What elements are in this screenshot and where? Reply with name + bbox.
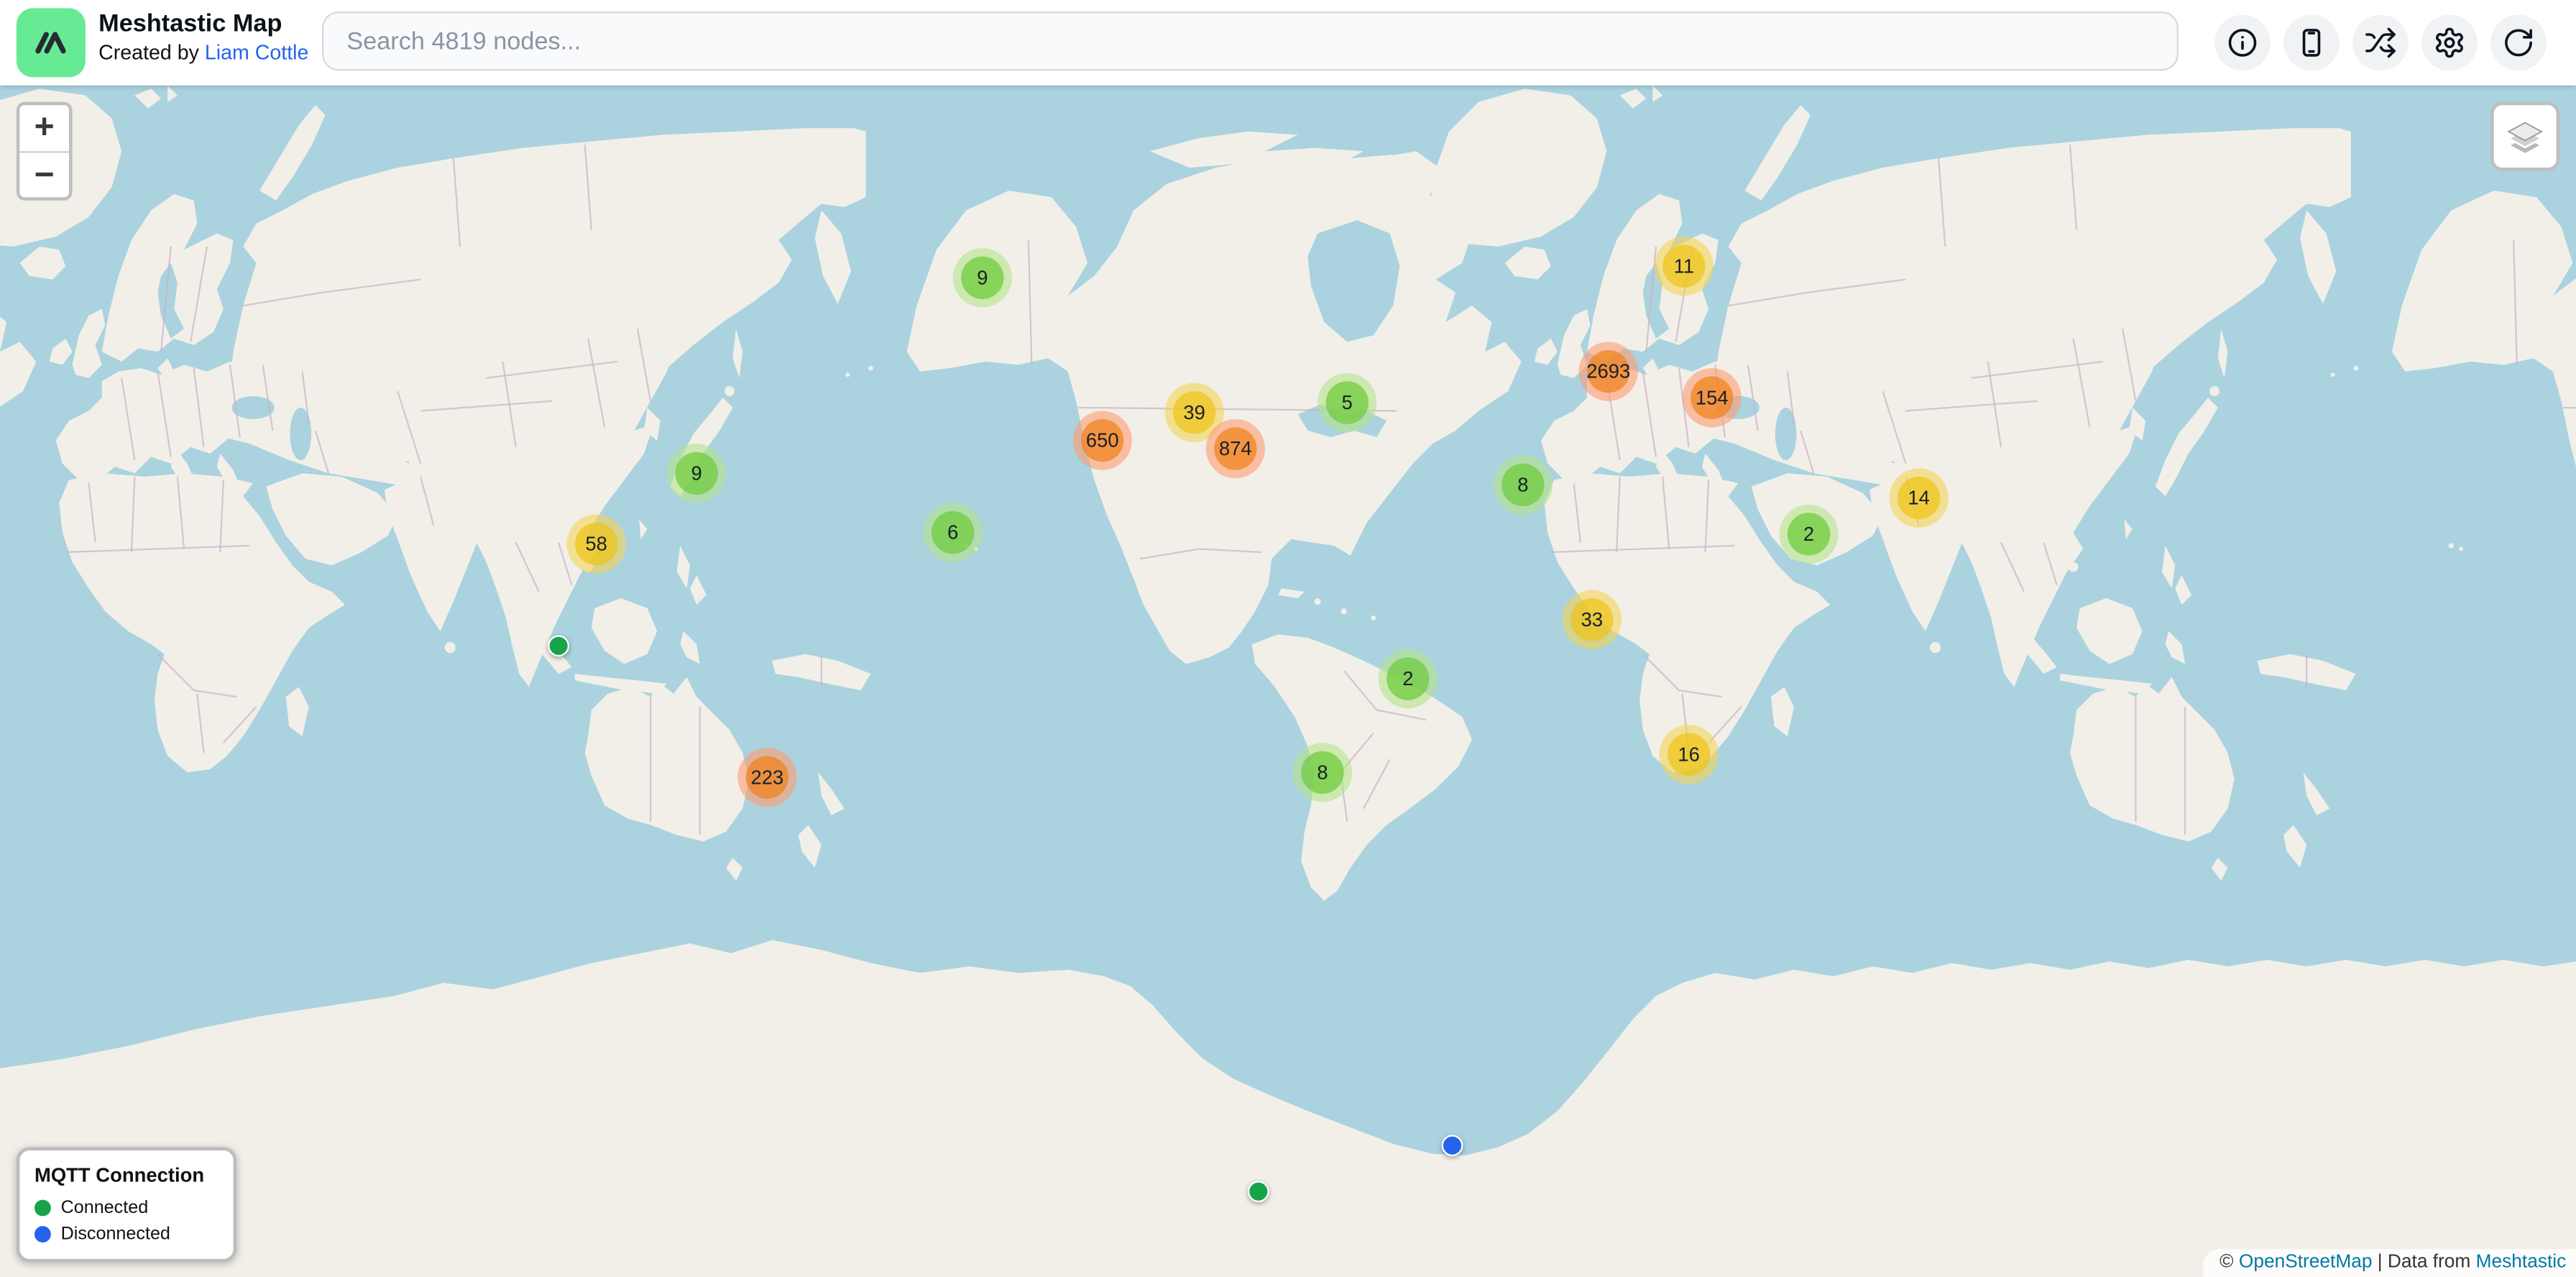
shuffle-button[interactable]	[2352, 15, 2409, 71]
node-marker-connected[interactable]	[1248, 1181, 1269, 1202]
node-cluster[interactable]: 223	[737, 748, 796, 807]
node-cluster[interactable]: 154	[1683, 368, 1742, 427]
app: 9 11 2693 154 39 5 650 874 9 8 14 6 2 58 33 2 16 8 223 Mes…	[0, 0, 2576, 1277]
cluster-count: 8	[1317, 761, 1328, 784]
legend-label: Disconnected	[61, 1225, 170, 1244]
cluster-count: 9	[977, 266, 988, 289]
world-map[interactable]: 9 11 2693 154 39 5 650 874 9 8 14 6 2 58 33 2 16 8 223	[0, 0, 2576, 1277]
node-cluster[interactable]: 58	[567, 514, 626, 573]
cluster-count: 2	[1803, 523, 1814, 546]
node-cluster[interactable]: 5	[1317, 373, 1376, 432]
mobile-app-button[interactable]	[2283, 15, 2340, 71]
legend-title: MQTT Connection	[34, 1163, 218, 1186]
legend-item: Connected	[34, 1198, 218, 1217]
node-cluster[interactable]: 6	[924, 503, 983, 562]
cluster-count: 9	[691, 462, 702, 485]
node-cluster[interactable]: 16	[1660, 725, 1719, 784]
node-cluster[interactable]: 9	[667, 444, 726, 503]
settings-gear-icon	[2433, 27, 2466, 60]
settings-button[interactable]	[2421, 15, 2478, 71]
marker-overlay: 9 11 2693 154 39 5 650 874 9 8 14 6 2 58 33 2 16 8 223	[0, 0, 2576, 1277]
cluster-count: 33	[1581, 608, 1604, 631]
node-cluster[interactable]: 9	[953, 248, 1012, 307]
refresh-icon	[2502, 27, 2535, 60]
node-cluster[interactable]: 2693	[1579, 342, 1638, 401]
cluster-count: 5	[1342, 391, 1353, 414]
search-input[interactable]	[322, 12, 2179, 70]
subtitle: Created by Liam Cottle	[98, 41, 308, 67]
author-link[interactable]: Liam Cottle	[205, 41, 309, 64]
refresh-button[interactable]	[2490, 15, 2547, 71]
cluster-count: 16	[1678, 743, 1700, 766]
map-attribution: © OpenStreetMap | Data from Meshtastic	[2203, 1249, 2576, 1277]
shuffle-icon	[2364, 27, 2397, 60]
page-title: Meshtastic Map	[98, 10, 308, 41]
cluster-count: 2693	[1586, 360, 1630, 383]
openstreetmap-link[interactable]: OpenStreetMap	[2239, 1253, 2373, 1272]
connected-dot-icon	[34, 1200, 51, 1217]
zoom-in-button[interactable]: +	[19, 105, 69, 151]
cluster-count: 874	[1219, 437, 1252, 460]
cluster-count: 6	[947, 521, 958, 544]
cluster-count: 2	[1402, 667, 1413, 690]
meshtastic-logo-icon	[17, 8, 86, 77]
cluster-count: 154	[1696, 386, 1729, 409]
node-cluster[interactable]: 11	[1655, 237, 1714, 296]
top-bar: Meshtastic Map Created by Liam Cottle	[0, 0, 2576, 86]
node-marker-disconnected[interactable]	[1442, 1135, 1463, 1156]
legend-label: Connected	[61, 1198, 149, 1217]
info-icon	[2226, 27, 2259, 60]
node-cluster[interactable]: 14	[1890, 468, 1949, 527]
cluster-count: 650	[1086, 429, 1119, 452]
node-cluster[interactable]: 8	[1494, 455, 1552, 514]
node-cluster[interactable]: 8	[1293, 743, 1352, 802]
title-block: Meshtastic Map Created by Liam Cottle	[98, 10, 308, 67]
cluster-count: 58	[585, 533, 607, 556]
cluster-count: 14	[1908, 487, 1930, 510]
zoom-out-button[interactable]: −	[19, 151, 69, 197]
disconnected-dot-icon	[34, 1226, 51, 1242]
node-cluster[interactable]: 874	[1206, 419, 1265, 478]
cluster-count: 8	[1517, 473, 1528, 496]
cluster-count: 11	[1674, 255, 1695, 278]
layers-icon	[2501, 111, 2550, 161]
attribution-middle-text: | Data from	[2378, 1253, 2471, 1272]
node-cluster[interactable]: 2	[1379, 649, 1438, 708]
smartphone-icon	[2295, 27, 2328, 60]
meshtastic-link[interactable]: Meshtastic	[2476, 1253, 2567, 1272]
cluster-count: 39	[1183, 401, 1205, 424]
layers-control[interactable]	[2490, 102, 2559, 171]
mqtt-legend: MQTT Connection Connected Disconnected	[17, 1147, 236, 1262]
cluster-count: 223	[751, 766, 784, 789]
info-button[interactable]	[2214, 15, 2271, 71]
created-by-text: Created by	[98, 41, 199, 64]
zoom-control: + −	[17, 102, 73, 201]
node-cluster[interactable]: 2	[1779, 505, 1838, 564]
node-marker-connected[interactable]	[548, 635, 569, 656]
node-cluster[interactable]: 650	[1073, 411, 1132, 470]
legend-item: Disconnected	[34, 1225, 218, 1244]
copyright-symbol: ©	[2220, 1253, 2233, 1272]
node-cluster[interactable]: 33	[1563, 590, 1622, 649]
